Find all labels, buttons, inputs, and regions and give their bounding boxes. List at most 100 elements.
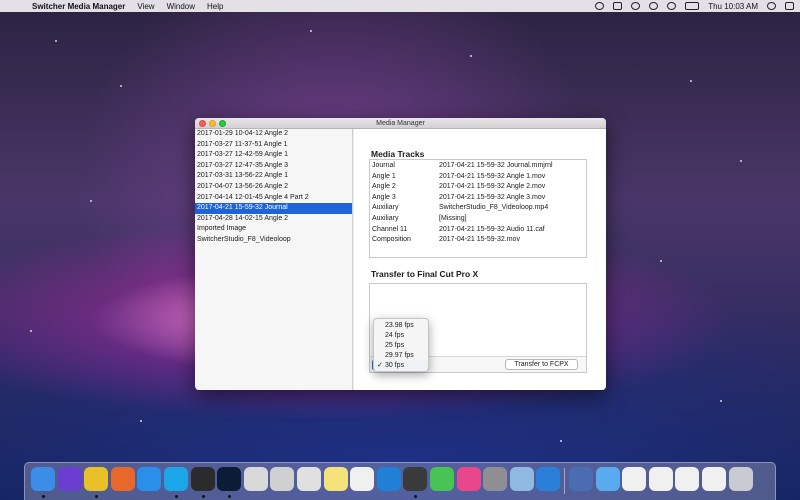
- system-preferences-icon[interactable]: [483, 467, 508, 491]
- running-indicator: [95, 495, 99, 498]
- sidebar-recording-item[interactable]: 2017-03-27 11-37-51 Angle 1: [195, 140, 352, 151]
- menu-window[interactable]: Window: [167, 2, 195, 11]
- track-name: Angle 3: [372, 193, 396, 201]
- track-row[interactable]: Angle 3 2017-04-21 15-59-32 Angle 3.mov: [370, 193, 586, 204]
- chrome-icon[interactable]: [84, 467, 109, 491]
- minimize-window-button[interactable]: [209, 120, 216, 127]
- messages-icon[interactable]: [430, 467, 454, 491]
- frame-rate-option[interactable]: 25 fps: [374, 341, 428, 351]
- frame-rate-option[interactable]: ✓ 30 fps: [374, 361, 428, 371]
- menu-help[interactable]: Help: [207, 2, 223, 11]
- safari-icon[interactable]: [137, 467, 162, 491]
- track-row[interactable]: Journal 2017-04-21 15-59-32 Journal.mmjrn…: [370, 161, 586, 172]
- running-indicator: [201, 495, 205, 498]
- document-icon[interactable]: [648, 467, 673, 491]
- siri-icon[interactable]: [57, 467, 82, 491]
- notification-center-icon[interactable]: [785, 2, 794, 10]
- dock: [24, 462, 776, 500]
- preview-icon[interactable]: [297, 467, 321, 491]
- menu-bar: Switcher Media Manager View Window Help …: [0, 0, 800, 12]
- frame-rate-menu: 23.98 fps 24 fps 25 fps 29.97 fps ✓ 30 fps: [373, 318, 429, 372]
- frame-rate-option[interactable]: 29.97 fps: [374, 351, 428, 361]
- itunes-icon[interactable]: [456, 467, 481, 491]
- blogo-icon[interactable]: [536, 467, 561, 491]
- battery-icon[interactable]: [685, 2, 700, 10]
- frame-rate-option[interactable]: 23.98 fps: [374, 321, 428, 331]
- menu-app-name[interactable]: Switcher Media Manager: [32, 2, 125, 11]
- track-row[interactable]: Auxiliary SwitcherStudio_F8_Videoloop.mp4: [370, 203, 586, 214]
- track-file: 2017-04-21 15-59-32 Angle 1.mov: [439, 172, 546, 180]
- firefox-icon[interactable]: [110, 467, 135, 491]
- maximize-window-button[interactable]: [219, 120, 226, 127]
- track-name: Channel 11: [372, 225, 408, 233]
- volume-icon[interactable]: [667, 2, 677, 10]
- track-file: 2017-04-21 15-59-32 Audio 11.caf: [439, 225, 545, 233]
- document-icon[interactable]: [675, 467, 700, 491]
- sidebar-recording-item[interactable]: 2017-03-31 13-56-22 Angle 1: [195, 171, 352, 182]
- sliders-status-icon[interactable]: [613, 2, 623, 10]
- desktop-icon[interactable]: [569, 467, 593, 491]
- wifi-icon[interactable]: [649, 2, 659, 10]
- running-indicator: [42, 495, 45, 498]
- checkmark-icon: ✓: [377, 362, 383, 369]
- track-row[interactable]: Angle 1 2017-04-21 15-59-32 Angle 1.mov: [370, 172, 586, 183]
- track-file: 2017-04-21 15-59-32 Angle 3.mov: [439, 193, 546, 201]
- skype-icon[interactable]: [164, 467, 188, 491]
- dock-separator: [564, 468, 565, 494]
- track-file: [Missing]: [439, 214, 467, 222]
- sidebar-recording-item[interactable]: 2017-04-21 15-59-32 Journal: [195, 203, 352, 214]
- notes-icon[interactable]: [323, 467, 348, 491]
- track-name: Composition: [372, 236, 411, 244]
- document-icon[interactable]: [702, 467, 726, 491]
- window-title: Media Manager: [376, 120, 425, 127]
- sidebar-recording-item[interactable]: 2017-04-07 13-56-26 Angle 2: [195, 182, 352, 193]
- track-name: Angle 1: [372, 172, 396, 180]
- frame-rate-option[interactable]: 24 fps: [374, 331, 428, 341]
- quicktime-icon[interactable]: [376, 467, 401, 491]
- sidebar-recording-item[interactable]: 2017-01-29 10-04-12 Angle 2: [195, 129, 352, 140]
- track-row[interactable]: Composition 2017-04-21 15-59-32.mov: [370, 235, 586, 246]
- track-file: 2017-04-21 15-59-32 Angle 2.mov: [439, 183, 546, 191]
- document-icon[interactable]: [622, 467, 647, 491]
- transfer-to-fcpx-button[interactable]: Transfer to FCPX: [505, 359, 578, 370]
- sidebar-recording-item[interactable]: 2017-04-28 14-02-15 Angle 2: [195, 214, 352, 225]
- sidebar-recording-item[interactable]: 2017-03-27 12-42-59 Angle 1: [195, 150, 352, 161]
- track-file: SwitcherStudio_F8_Videoloop.mp4: [439, 204, 549, 212]
- sync-status-icon[interactable]: [595, 2, 605, 10]
- track-name: Angle 2: [372, 183, 396, 191]
- transfer-heading: Transfer to Final Cut Pro X: [371, 269, 479, 279]
- finder-icon[interactable]: [31, 467, 55, 491]
- track-file: 2017-04-21 15-59-32 Journal.mmjrnl: [439, 162, 553, 169]
- media-tracks-list[interactable]: Journal 2017-04-21 15-59-32 Journal.mmjrn…: [369, 159, 587, 258]
- track-row[interactable]: Channel 11 2017-04-21 15-59-32 Audio 11.c…: [370, 225, 586, 236]
- menubar-clock[interactable]: Thu 10:03 AM: [708, 2, 758, 11]
- menu-view[interactable]: View: [137, 2, 154, 11]
- trash-icon[interactable]: [728, 467, 753, 491]
- app-icon[interactable]: [270, 467, 295, 491]
- window-titlebar[interactable]: Media Manager: [195, 118, 606, 129]
- close-window-button[interactable]: [199, 120, 206, 127]
- photoshop-icon[interactable]: [217, 467, 242, 491]
- track-name: Auxiliary: [372, 214, 399, 222]
- screen-recorder-icon[interactable]: [403, 467, 428, 491]
- sidebar-recording-item[interactable]: 2017-04-14 12-01-45 Angle 4 Part 2: [195, 193, 352, 204]
- running-indicator: [414, 495, 418, 498]
- spotlight-search-icon[interactable]: [767, 2, 776, 10]
- sidebar-recording-item[interactable]: 2017-03-27 12-47-35 Angle 3: [195, 161, 352, 172]
- track-name: Journal: [372, 162, 395, 169]
- textedit-icon[interactable]: [350, 467, 375, 491]
- recordings-sidebar: 2017-01-29 10-04-12 Angle 2 2017-03-27 11…: [195, 129, 353, 390]
- sidebar-recording-item[interactable]: Imported Image: [195, 224, 352, 235]
- final-cut-pro-icon[interactable]: [190, 467, 215, 491]
- screenshot-icon[interactable]: [243, 467, 268, 491]
- track-row[interactable]: Auxiliary [Missing]: [370, 214, 586, 225]
- track-name: Auxiliary: [372, 204, 399, 212]
- running-indicator: [228, 495, 232, 498]
- track-row[interactable]: Angle 2 2017-04-21 15-59-32 Angle 2.mov: [370, 182, 586, 193]
- image-capture-icon[interactable]: [509, 467, 534, 491]
- running-indicator: [175, 495, 178, 498]
- eye-status-icon[interactable]: [631, 2, 641, 10]
- downloads-folder-icon[interactable]: [595, 467, 620, 491]
- sidebar-recording-item[interactable]: SwitcherStudio_F8_Videoloop: [195, 235, 352, 246]
- media-tracks-heading: Media Tracks: [371, 149, 425, 159]
